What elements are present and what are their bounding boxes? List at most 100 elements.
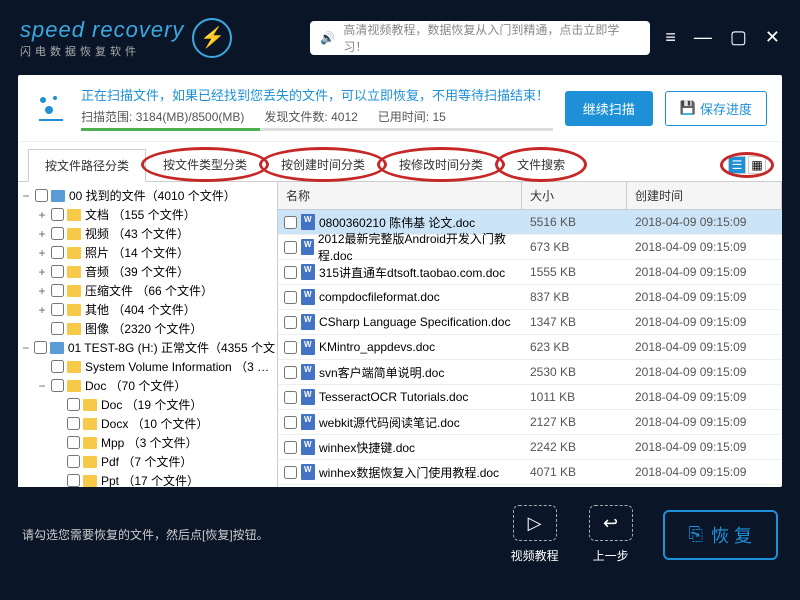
file-checkbox[interactable]	[284, 366, 297, 379]
tree-item[interactable]: Ppt （17 个文件）	[20, 471, 275, 487]
tree-item[interactable]: +文档 （155 个文件）	[20, 205, 275, 224]
file-checkbox[interactable]	[284, 441, 297, 454]
file-checkbox[interactable]	[284, 241, 297, 254]
tree-item[interactable]: Docx （10 个文件）	[20, 414, 275, 433]
file-checkbox[interactable]	[284, 466, 297, 479]
file-row[interactable]: winhex快捷键.doc2242 KB2018-04-09 09:15:09	[278, 435, 782, 460]
tree-item[interactable]: −01 TEST-8G (H:) 正常文件（4355 个文	[20, 338, 275, 357]
file-checkbox[interactable]	[284, 341, 297, 354]
tree-checkbox[interactable]	[51, 208, 64, 221]
tree-checkbox[interactable]	[51, 322, 64, 335]
minimize-button[interactable]: —	[694, 27, 712, 48]
menu-icon[interactable]: ≡	[665, 27, 676, 48]
tab-2[interactable]: 按创建时间分类	[264, 148, 382, 181]
col-size-header[interactable]: 大小	[522, 182, 627, 209]
tree-checkbox[interactable]	[67, 436, 80, 449]
tree-item[interactable]: Pdf （7 个文件）	[20, 452, 275, 471]
expander-icon[interactable]	[52, 436, 64, 450]
folder-icon	[67, 361, 81, 373]
video-tutorial-button[interactable]: ▷ 视频教程	[511, 505, 559, 564]
expander-icon[interactable]: +	[36, 227, 48, 241]
tab-1[interactable]: 按文件类型分类	[146, 148, 264, 181]
tree-item[interactable]: Mpp （3 个文件）	[20, 433, 275, 452]
tree-checkbox[interactable]	[51, 379, 64, 392]
file-checkbox[interactable]	[284, 391, 297, 404]
expander-icon[interactable]: −	[20, 341, 31, 355]
tab-3[interactable]: 按修改时间分类	[382, 148, 500, 181]
file-row[interactable]: winhex数据恢复入门使用教程.doc4071 KB2018-04-09 09…	[278, 460, 782, 485]
expander-icon[interactable]	[52, 417, 64, 431]
file-row[interactable]: TesseractOCR Tutorials.doc1011 KB2018-04…	[278, 385, 782, 410]
tree-checkbox[interactable]	[51, 284, 64, 297]
expander-icon[interactable]: −	[20, 189, 32, 203]
list-view-button[interactable]: ☰	[728, 156, 746, 174]
grid-view-button[interactable]: ▦	[748, 156, 766, 174]
tree-item[interactable]: +压缩文件 （66 个文件）	[20, 281, 275, 300]
col-name-header[interactable]: 名称	[278, 182, 522, 209]
tree-item[interactable]: + 视频 （43 个文件）	[20, 224, 275, 243]
tree-checkbox[interactable]	[51, 265, 64, 278]
tree-label: 其他 （404 个文件）	[85, 301, 196, 318]
file-checkbox[interactable]	[284, 416, 297, 429]
back-button[interactable]: ↩ 上一步	[589, 505, 633, 564]
tree-item[interactable]: −00 找到的文件（4010 个文件）	[20, 186, 275, 205]
tree-checkbox[interactable]	[67, 455, 80, 468]
save-progress-button[interactable]: 💾保存进度	[665, 91, 767, 126]
tab-4[interactable]: 文件搜索	[500, 148, 582, 181]
folder-tree[interactable]: −00 找到的文件（4010 个文件）+文档 （155 个文件）+视频 （43 …	[18, 182, 278, 487]
expander-icon[interactable]: +	[36, 208, 48, 222]
maximize-button[interactable]: ▢	[730, 27, 747, 48]
expander-icon[interactable]: +	[36, 265, 48, 279]
file-row[interactable]: CSharp Language Specification.doc1347 KB…	[278, 310, 782, 335]
tree-checkbox[interactable]	[51, 360, 64, 373]
expander-icon[interactable]: +	[36, 303, 48, 317]
file-row[interactable]: 2012最新完整版Android开发入门教程.doc673 KB2018-04-…	[278, 235, 782, 260]
tree-item[interactable]: −Doc （70 个文件）	[20, 376, 275, 395]
tree-label: 视频 （43 个文件）	[85, 225, 189, 242]
tree-checkbox[interactable]	[67, 474, 80, 487]
tree-checkbox[interactable]	[34, 341, 47, 354]
file-size: 837 KB	[522, 290, 627, 304]
file-checkbox[interactable]	[284, 316, 297, 329]
tree-checkbox[interactable]	[67, 398, 80, 411]
file-row[interactable]: compdocfileformat.doc837 KB2018-04-09 09…	[278, 285, 782, 310]
tree-checkbox[interactable]	[51, 246, 64, 259]
file-row[interactable]: webkit源代码阅读笔记.doc2127 KB2018-04-09 09:15…	[278, 410, 782, 435]
tree-checkbox[interactable]	[51, 303, 64, 316]
tree-item[interactable]: +照片 （14 个文件）	[20, 243, 275, 262]
tab-0[interactable]: 按文件路径分类	[28, 149, 146, 182]
col-date-header[interactable]: 创建时间	[627, 182, 782, 209]
file-checkbox[interactable]	[284, 266, 297, 279]
expander-icon[interactable]	[52, 398, 64, 412]
continue-scan-button[interactable]: 继续扫描	[565, 91, 653, 126]
recover-button[interactable]: ⎘ 恢 复	[663, 510, 778, 560]
folder-icon	[67, 228, 81, 240]
tree-item[interactable]: + 其他 （404 个文件）	[20, 300, 275, 319]
file-name: 2012最新完整版Android开发入门教程.doc	[318, 230, 522, 264]
expander-icon[interactable]	[36, 322, 48, 336]
doc-icon	[301, 339, 315, 355]
tree-item[interactable]: 图像 （2320 个文件）	[20, 319, 275, 338]
tree-checkbox[interactable]	[35, 189, 48, 202]
tree-item[interactable]: System Volume Information （3 …	[20, 357, 275, 376]
expander-icon[interactable]	[52, 455, 64, 469]
expander-icon[interactable]	[52, 474, 64, 488]
expander-icon[interactable]	[36, 360, 48, 374]
tree-item[interactable]: +音频 （39 个文件）	[20, 262, 275, 281]
file-row[interactable]: 315讲直通车dtsoft.taobao.com.doc1555 KB2018-…	[278, 260, 782, 285]
tree-checkbox[interactable]	[51, 227, 64, 240]
tree-checkbox[interactable]	[67, 417, 80, 430]
expander-icon[interactable]: +	[36, 284, 48, 298]
expander-icon[interactable]: −	[36, 379, 48, 393]
file-row[interactable]: KMintro_appdevs.doc623 KB2018-04-09 09:1…	[278, 335, 782, 360]
file-checkbox[interactable]	[284, 291, 297, 304]
tutorial-banner[interactable]: 🔊 高清视频教程，数据恢复从入门到精通，点击立即学习！	[310, 21, 650, 55]
close-button[interactable]: ✕	[765, 27, 780, 48]
file-checkbox[interactable]	[284, 216, 297, 229]
expander-icon[interactable]: +	[36, 246, 48, 260]
drive-icon	[51, 190, 65, 202]
file-row[interactable]: svn客户端简单说明.doc2530 KB2018-04-09 09:15:09	[278, 360, 782, 385]
tree-item[interactable]: Doc （19 个文件）	[20, 395, 275, 414]
folder-icon	[83, 437, 97, 449]
file-size: 2127 KB	[522, 415, 627, 429]
